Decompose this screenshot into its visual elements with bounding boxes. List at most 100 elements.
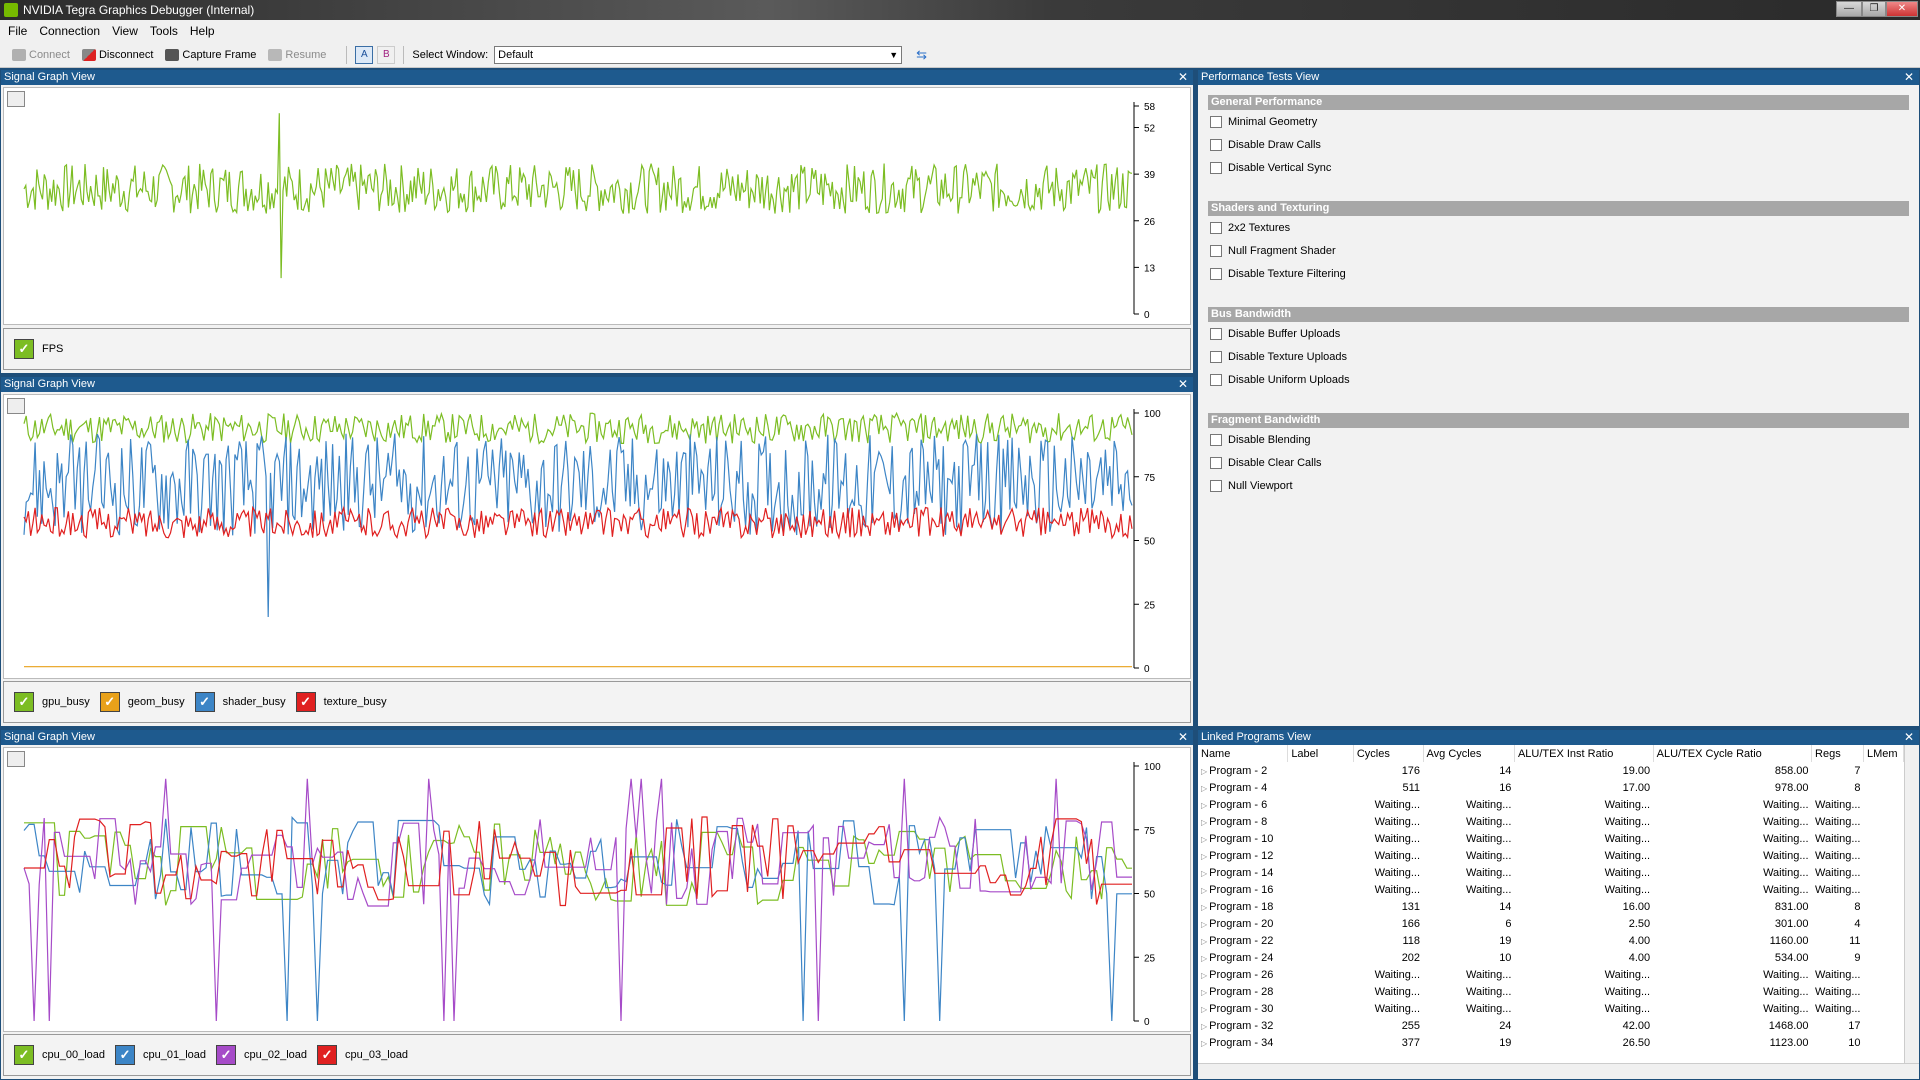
column-header[interactable]: ALU/TEX Cycle Ratio [1653, 745, 1813, 762]
wrench-icon[interactable] [7, 91, 25, 107]
minimize-button[interactable]: — [1836, 1, 1862, 17]
perf-option[interactable]: Disable Blending [1208, 428, 1909, 451]
checkbox-checked-icon[interactable]: ✓ [14, 1045, 34, 1065]
checkbox-unchecked-icon[interactable] [1210, 161, 1222, 174]
table-row[interactable]: ▷ Program - 4 511 16 17.00 978.00 8 [1198, 779, 1904, 796]
disconnect-button[interactable]: Disconnect [81, 48, 153, 61]
expand-arrow-icon[interactable]: ▷ [1201, 869, 1207, 878]
table-row[interactable]: ▷ Program - 16 Waiting... Waiting... Waiting… [1198, 881, 1904, 898]
checkbox-checked-icon[interactable]: ✓ [115, 1045, 136, 1065]
menu-connection[interactable]: Connection [39, 24, 100, 38]
checkbox-unchecked-icon[interactable] [1210, 221, 1222, 234]
perf-option[interactable]: Disable Vertical Sync [1208, 156, 1909, 179]
close-window-button[interactable]: ✕ [1886, 1, 1918, 17]
close-icon[interactable]: ✕ [1178, 70, 1188, 85]
mode-a-toggle[interactable]: A [355, 45, 374, 64]
checkbox-unchecked-icon[interactable] [1210, 244, 1222, 257]
table-row[interactable]: ▷ Program - 10 Waiting... Waiting... Waiting… [1198, 830, 1904, 847]
table-row[interactable]: ▷ Program - 18 131 14 16.00 831.00 8 [1198, 898, 1904, 915]
checkbox-checked-icon[interactable]: ✓ [194, 692, 215, 712]
expand-arrow-icon[interactable]: ▷ [1201, 767, 1207, 776]
column-header[interactable]: Cycles [1353, 745, 1424, 762]
checkbox-checked-icon[interactable]: ✓ [216, 1045, 237, 1065]
table-row[interactable]: ▷ Program - 32 255 24 42.00 1468.00 17 [1198, 1017, 1904, 1034]
perf-option[interactable]: Disable Uniform Uploads [1208, 368, 1909, 391]
legend-item-shader-busy[interactable]: ✓ shader_busy [194, 692, 286, 712]
checkbox-checked-icon[interactable]: ✓ [14, 339, 34, 359]
close-icon[interactable]: ✕ [1178, 730, 1188, 745]
perf-option[interactable]: 2x2 Textures [1208, 216, 1909, 239]
expand-arrow-icon[interactable]: ▷ [1201, 886, 1207, 895]
checkbox-unchecked-icon[interactable] [1210, 350, 1222, 363]
horizontal-scrollbar[interactable] [1198, 1063, 1919, 1079]
maximize-button[interactable]: ❐ [1862, 1, 1886, 17]
column-header[interactable]: ALU/TEX Inst Ratio [1514, 745, 1654, 762]
checkbox-unchecked-icon[interactable] [1210, 373, 1222, 386]
perf-option[interactable]: Null Viewport [1208, 474, 1909, 497]
checkbox-checked-icon[interactable]: ✓ [14, 692, 34, 712]
table-row[interactable]: ▷ Program - 28 Waiting... Waiting... Waiting… [1198, 983, 1904, 1000]
expand-arrow-icon[interactable]: ▷ [1201, 784, 1207, 793]
column-header[interactable]: Avg Cycles [1423, 745, 1515, 762]
table-row[interactable]: ▷ Program - 24 202 10 4.00 534.00 9 [1198, 949, 1904, 966]
expand-arrow-icon[interactable]: ▷ [1201, 903, 1207, 912]
table-row[interactable]: ▷ Program - 6 Waiting... Waiting... Waiting.… [1198, 796, 1904, 813]
column-header[interactable]: LMem [1863, 745, 1904, 762]
checkbox-unchecked-icon[interactable] [1210, 327, 1222, 340]
expand-arrow-icon[interactable]: ▷ [1201, 818, 1207, 827]
table-row[interactable]: ▷ Program - 22 118 19 4.00 1160.00 11 [1198, 932, 1904, 949]
expand-arrow-icon[interactable]: ▷ [1201, 801, 1207, 810]
column-header[interactable]: Name [1198, 745, 1289, 762]
checkbox-unchecked-icon[interactable] [1210, 267, 1222, 280]
legend-item-cpu-02[interactable]: ✓ cpu_02_load [216, 1045, 307, 1065]
table-row[interactable]: ▷ Program - 8 Waiting... Waiting... Waiting.… [1198, 813, 1904, 830]
mode-b-toggle[interactable]: B [377, 45, 396, 64]
table-row[interactable]: ▷ Program - 26 Waiting... Waiting... Waiting… [1198, 966, 1904, 983]
menu-file[interactable]: File [8, 24, 27, 38]
refresh-icon[interactable]: ⇆ [916, 47, 927, 63]
checkbox-unchecked-icon[interactable] [1210, 479, 1222, 492]
capture-frame-button[interactable]: Capture Frame [165, 48, 256, 61]
expand-arrow-icon[interactable]: ▷ [1201, 1039, 1207, 1048]
checkbox-checked-icon[interactable]: ✓ [99, 692, 120, 712]
perf-option[interactable]: Disable Clear Calls [1208, 451, 1909, 474]
table-row[interactable]: ▷ Program - 2 176 14 19.00 858.00 7 [1198, 762, 1904, 779]
expand-arrow-icon[interactable]: ▷ [1201, 920, 1207, 929]
perf-option[interactable]: Null Fragment Shader [1208, 239, 1909, 262]
perf-option[interactable]: Disable Texture Filtering [1208, 262, 1909, 285]
perf-option[interactable]: Disable Texture Uploads [1208, 345, 1909, 368]
legend-item-texture-busy[interactable]: ✓ texture_busy [295, 692, 387, 712]
checkbox-checked-icon[interactable]: ✓ [295, 692, 316, 712]
legend-item-cpu-00[interactable]: ✓ cpu_00_load [14, 1045, 105, 1065]
table-row[interactable]: ▷ Program - 30 Waiting... Waiting... Waiting… [1198, 1000, 1904, 1017]
vertical-scrollbar[interactable] [1904, 745, 1919, 1065]
perf-option[interactable]: Disable Draw Calls [1208, 133, 1909, 156]
close-icon[interactable]: ✕ [1904, 730, 1914, 745]
select-window-dropdown[interactable]: Default ▼ [494, 45, 903, 64]
checkbox-unchecked-icon[interactable] [1210, 456, 1222, 469]
checkbox-checked-icon[interactable]: ✓ [317, 1045, 338, 1065]
expand-arrow-icon[interactable]: ▷ [1201, 988, 1207, 997]
expand-arrow-icon[interactable]: ▷ [1201, 1022, 1207, 1031]
perf-option[interactable]: Disable Buffer Uploads [1208, 322, 1909, 345]
checkbox-unchecked-icon[interactable] [1210, 115, 1222, 128]
resume-button[interactable]: Resume [268, 48, 326, 61]
legend-item-cpu-03[interactable]: ✓ cpu_03_load [317, 1045, 408, 1065]
close-icon[interactable]: ✕ [1904, 70, 1914, 85]
expand-arrow-icon[interactable]: ▷ [1201, 954, 1207, 963]
perf-option[interactable]: Minimal Geometry [1208, 110, 1909, 133]
table-row[interactable]: ▷ Program - 14 Waiting... Waiting... Waiting… [1198, 864, 1904, 881]
checkbox-unchecked-icon[interactable] [1210, 138, 1222, 151]
expand-arrow-icon[interactable]: ▷ [1201, 852, 1207, 861]
expand-arrow-icon[interactable]: ▷ [1201, 937, 1207, 946]
column-header[interactable]: Label [1287, 745, 1354, 762]
menu-view[interactable]: View [112, 24, 138, 38]
legend-item-cpu-01[interactable]: ✓ cpu_01_load [115, 1045, 206, 1065]
wrench-icon[interactable] [7, 751, 25, 767]
expand-arrow-icon[interactable]: ▷ [1201, 971, 1207, 980]
expand-arrow-icon[interactable]: ▷ [1201, 1005, 1207, 1014]
legend-item-geom-busy[interactable]: ✓ geom_busy [99, 692, 185, 712]
close-icon[interactable]: ✕ [1178, 377, 1188, 392]
connect-button[interactable]: Connect [12, 48, 70, 61]
table-row[interactable]: ▷ Program - 34 377 19 26.50 1123.00 10 [1198, 1034, 1904, 1051]
